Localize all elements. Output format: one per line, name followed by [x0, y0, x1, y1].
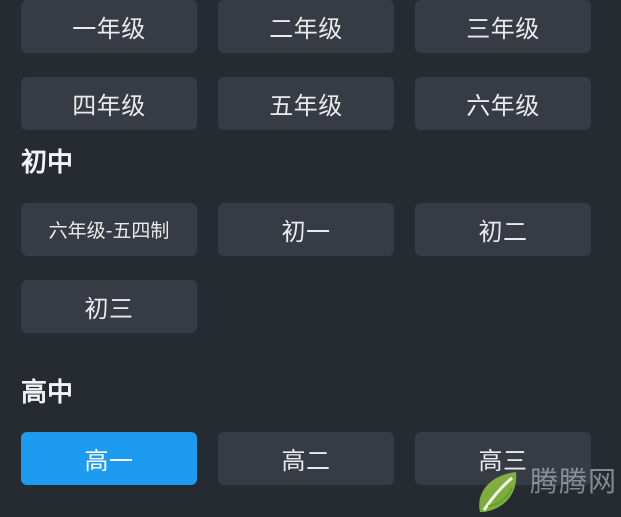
grade-button-6[interactable]: 六年级	[415, 77, 591, 130]
leaf-logo-icon	[479, 472, 517, 512]
grade-button-4[interactable]: 四年级	[21, 77, 197, 130]
grade-button-1[interactable]: 一年级	[21, 0, 197, 53]
junior-grade-grid: 六年级-五四制 初一 初二 初三	[21, 203, 592, 333]
junior-section-title: 初中	[21, 148, 74, 178]
grade-button-2[interactable]: 二年级	[218, 0, 394, 53]
grade-button-senior-2[interactable]: 高二	[218, 432, 394, 485]
grade-button-3[interactable]: 三年级	[415, 0, 591, 53]
grade-button-junior-3[interactable]: 初三	[21, 280, 197, 333]
grade-button-6-54[interactable]: 六年级-五四制	[21, 203, 197, 256]
grade-button-senior-1[interactable]: 高一	[21, 432, 197, 485]
grade-button-junior-2[interactable]: 初二	[415, 203, 591, 256]
grade-button-5[interactable]: 五年级	[218, 77, 394, 130]
watermark: 腾腾网	[470, 466, 621, 517]
watermark-text: 腾腾网	[530, 465, 618, 498]
grade-button-junior-1[interactable]: 初一	[218, 203, 394, 256]
primary-grade-grid: 一年级 二年级 三年级 四年级 五年级 六年级	[21, 0, 592, 130]
senior-section-title: 高中	[21, 378, 74, 408]
